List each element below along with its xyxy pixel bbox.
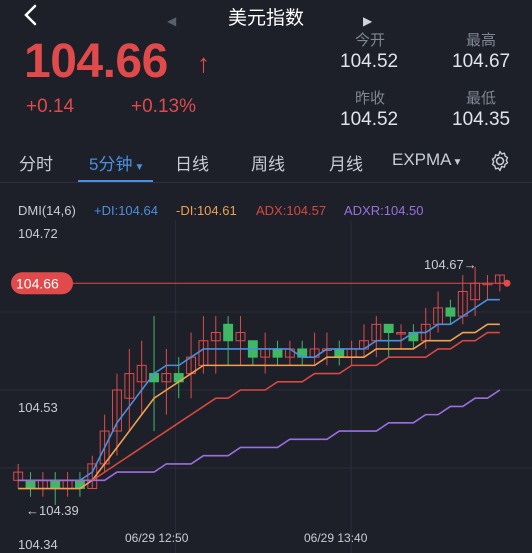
series-line-adxr (18, 389, 501, 482)
candle (74, 472, 85, 497)
indicator-mdi: -DI:104.61 (176, 203, 237, 218)
candle (235, 316, 246, 366)
period-tabs: 分时 5分钟 ▼ 日线 周线 月线 EXPMA▼ (0, 142, 532, 183)
indicator-adx: ADX:104.57 (256, 203, 327, 218)
tab-daily[interactable]: 日线 (175, 150, 209, 175)
low-value: 104.35 (452, 109, 511, 130)
candle-body (272, 348, 283, 358)
y-tick-label: 104.53 (18, 400, 58, 415)
candle-body (334, 348, 345, 358)
price-change-percent: +0.13% (131, 96, 196, 117)
y-tick-label: 104.72 (18, 226, 58, 241)
candle (309, 332, 320, 366)
dropdown-triangle-icon: ▼ (134, 162, 145, 173)
next-instrument-icon[interactable]: ▶ (363, 14, 372, 28)
current-price-dot (503, 279, 511, 287)
series-line-adx (18, 331, 500, 482)
candle (272, 340, 283, 366)
indicator-name[interactable]: DMI(14,6) (18, 203, 76, 218)
tab-monthly[interactable]: 月线 (329, 150, 363, 175)
min-price-label: ←104.39 (26, 503, 79, 518)
last-price: 104.66 (24, 35, 168, 88)
open-value: 104.52 (340, 51, 399, 72)
candle (62, 472, 73, 497)
tab-timeshare[interactable]: 分时 (19, 150, 53, 175)
page-title: 美元指数 (227, 8, 304, 29)
candle (161, 348, 172, 415)
candle (223, 316, 234, 366)
candlestick-chart[interactable]: 104.72 104.53 104.34 06/29 12:50 06/29 13:40… (0, 220, 532, 553)
max-price-label: 104.67→ (424, 257, 477, 272)
up-arrow-icon: ↑ (197, 48, 210, 78)
candle (297, 340, 308, 366)
candle-body (445, 307, 456, 317)
tab-expma-label: EXPMA (392, 150, 452, 169)
candle (334, 340, 345, 366)
candle (260, 332, 271, 374)
candle (396, 324, 406, 349)
indicator-adxr: ADXR:104.50 (344, 203, 424, 218)
candle-body (50, 479, 61, 490)
candle (186, 332, 197, 399)
header-bar: 美元指数 ◀ ▶ (0, 0, 532, 30)
candle (37, 472, 48, 497)
x-tick-label: 06/29 12:50 (125, 531, 189, 545)
candle (284, 340, 295, 366)
tab-weekly[interactable]: 周线 (251, 150, 285, 175)
previous-instrument-icon[interactable]: ◀ (167, 14, 176, 28)
prev-close-label: 昨收 (355, 90, 386, 107)
high-label: 最高 (466, 32, 497, 49)
candle (408, 324, 419, 349)
candle (445, 299, 456, 325)
tab-expma[interactable]: EXPMA▼ (392, 150, 462, 170)
candle-body (25, 479, 36, 490)
dropdown-triangle-icon: ▼ (452, 157, 463, 168)
active-tab-indicator (78, 180, 153, 182)
candle (482, 275, 493, 300)
candle-body (383, 323, 394, 334)
tab-5min-label: 5分钟 (89, 155, 133, 174)
open-label: 今开 (355, 32, 386, 49)
high-value: 104.67 (452, 51, 511, 72)
current-price-label: 104.66 (16, 275, 59, 291)
candle (346, 340, 357, 366)
low-label: 最低 (466, 90, 497, 107)
candle-body (223, 323, 234, 342)
candle (359, 324, 369, 358)
candle (136, 340, 147, 415)
y-tick-label: 104.34 (18, 537, 58, 552)
tab-5min[interactable]: 5分钟 ▼ (89, 150, 144, 175)
candle (25, 472, 36, 497)
x-tick-label: 06/29 13:40 (304, 531, 368, 545)
candle (247, 340, 258, 366)
settings-gear-icon[interactable] (488, 149, 512, 173)
prev-close-value: 104.52 (340, 109, 399, 130)
indicator-pdi: +DI:104.64 (94, 203, 158, 218)
price-change: +0.14 (26, 96, 75, 117)
